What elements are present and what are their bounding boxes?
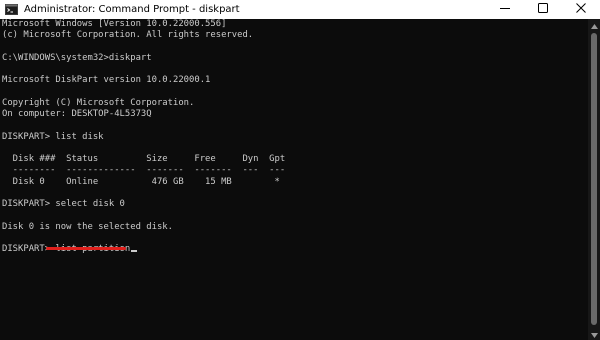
console-line-text: On computer: DESKTOP-4L5373Q [2, 109, 152, 119]
console-line-text: Copyright (C) Microsoft Corporation. [2, 97, 195, 108]
console-line: Disk ### Status Size Free Dyn Gpt [0, 154, 588, 165]
console-line: DISKPART> select disk 0 [0, 199, 588, 210]
console-line: (c) Microsoft Corporation. All rights re… [0, 30, 588, 41]
console-line: C:\WINDOWS\system32>diskpart [0, 53, 588, 64]
cmd-icon [5, 4, 18, 15]
console-line: DISKPART> list disk [0, 132, 588, 143]
console-line-text: Disk ### Status Size Free Dyn Gpt [2, 154, 286, 164]
console-line: On computer: DESKTOP-4L5373Q [0, 109, 588, 120]
window-title: Administrator: Command Prompt - diskpart [24, 4, 240, 15]
title-bar[interactable]: Administrator: Command Prompt - diskpart [0, 0, 600, 19]
console-line: Disk 0 is now the selected disk. [0, 222, 588, 233]
console-line-text: C:\WINDOWS\system32>diskpart [2, 52, 152, 63]
maximize-button[interactable] [524, 0, 562, 19]
console-line-text: Microsoft Windows [Version 10.0.22000.55… [2, 19, 227, 29]
text-cursor [131, 250, 138, 252]
console-output[interactable]: Microsoft Windows [Version 10.0.22000.55… [0, 19, 588, 340]
console-line: Copyright (C) Microsoft Corporation. [0, 98, 588, 109]
maximize-icon [538, 3, 548, 16]
console-line-text: DISKPART> list disk [2, 131, 104, 142]
console-line: Microsoft Windows [Version 10.0.22000.55… [0, 19, 588, 30]
scroll-down-arrow-icon [590, 325, 598, 340]
scroll-thumb[interactable] [591, 33, 597, 325]
scroll-up-arrow-icon [590, 16, 598, 34]
console-line-text: Disk 0 is now the selected disk. [2, 221, 173, 232]
console-line-text: Disk 0 Online 476 GB 15 MB * [2, 176, 280, 187]
console-line-text: Microsoft DiskPart version 10.0.22000.1 [2, 75, 211, 86]
scroll-up-button[interactable] [588, 19, 600, 31]
console-line: Microsoft DiskPart version 10.0.22000.1 [0, 75, 588, 86]
vertical-scrollbar[interactable] [588, 19, 600, 340]
close-icon [576, 3, 586, 16]
console-line-text: (c) Microsoft Corporation. All rights re… [2, 30, 254, 41]
highlight-underline [46, 247, 126, 250]
minimize-button[interactable] [486, 0, 524, 19]
scroll-down-button[interactable] [588, 328, 600, 340]
console-line: Disk 0 Online 476 GB 15 MB * [0, 177, 588, 188]
console-line-text: DISKPART> select disk 0 [2, 199, 125, 209]
console-line: -------- ------------- ------- ------- -… [0, 165, 588, 176]
minimize-icon [500, 3, 510, 16]
command-prompt-window: Administrator: Command Prompt - diskpart… [0, 0, 600, 340]
console-line-text: -------- ------------- ------- ------- -… [2, 165, 286, 176]
window-controls [486, 0, 600, 19]
